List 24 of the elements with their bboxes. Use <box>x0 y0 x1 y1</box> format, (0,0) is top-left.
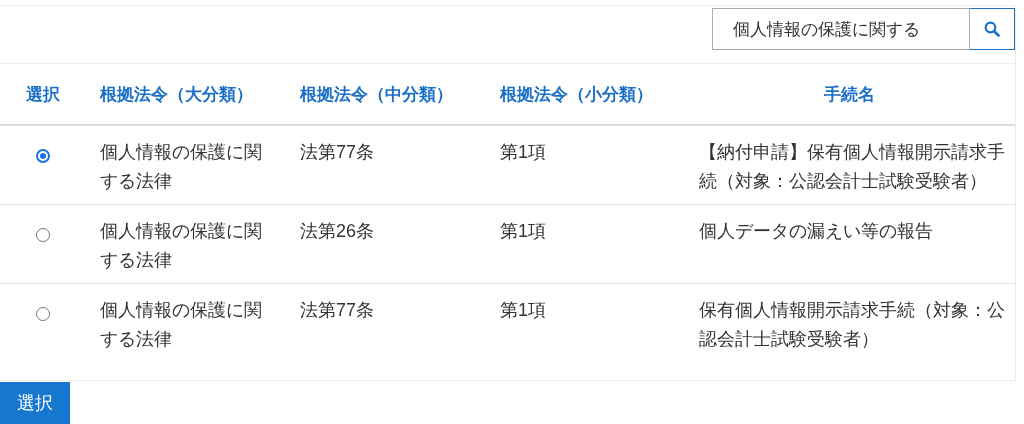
table-cell: 第1項 <box>500 300 546 320</box>
table-cell: 法第77条 <box>300 142 375 162</box>
search-field[interactable]: 個人情報の保護に関する <box>712 8 970 50</box>
select-button[interactable]: 選択 <box>0 382 70 424</box>
table-cell: 法第77条 <box>300 300 375 320</box>
radio-button[interactable] <box>35 149 50 163</box>
column-header: 根拠法令（小分類） <box>500 84 653 104</box>
column-header: 選択 <box>25 84 60 104</box>
radio-button[interactable] <box>35 228 50 242</box>
table-cell-text: 保有個人情報開示請求手続（対象：公認会計士試験受験者） <box>699 299 1006 351</box>
table-cell-text: 個人情報の保護に関する法律 <box>100 220 263 272</box>
column-header: 根拠法令（大分類） <box>100 84 253 104</box>
table-cell: 第1項 <box>500 142 546 162</box>
search-button[interactable] <box>970 8 1015 50</box>
radio-button[interactable] <box>35 307 50 321</box>
table-cell: 第1項 <box>500 221 546 241</box>
table-cell-text: 個人データの漏えい等の報告 <box>699 220 934 243</box>
table-cell: 法第26条 <box>300 221 375 241</box>
table-cell-text: 個人情報の保護に関する法律 <box>100 299 263 351</box>
table-cell-text: 個人情報の保護に関する法律 <box>100 141 263 193</box>
table-cell-text: 【納付申請】保有個人情報開示請求手続（対象：公認会計士試験受験者） <box>699 141 1006 193</box>
column-header: 根拠法令（中分類） <box>300 84 453 104</box>
column-header: 手続名 <box>824 84 875 104</box>
search-icon <box>984 21 1000 37</box>
